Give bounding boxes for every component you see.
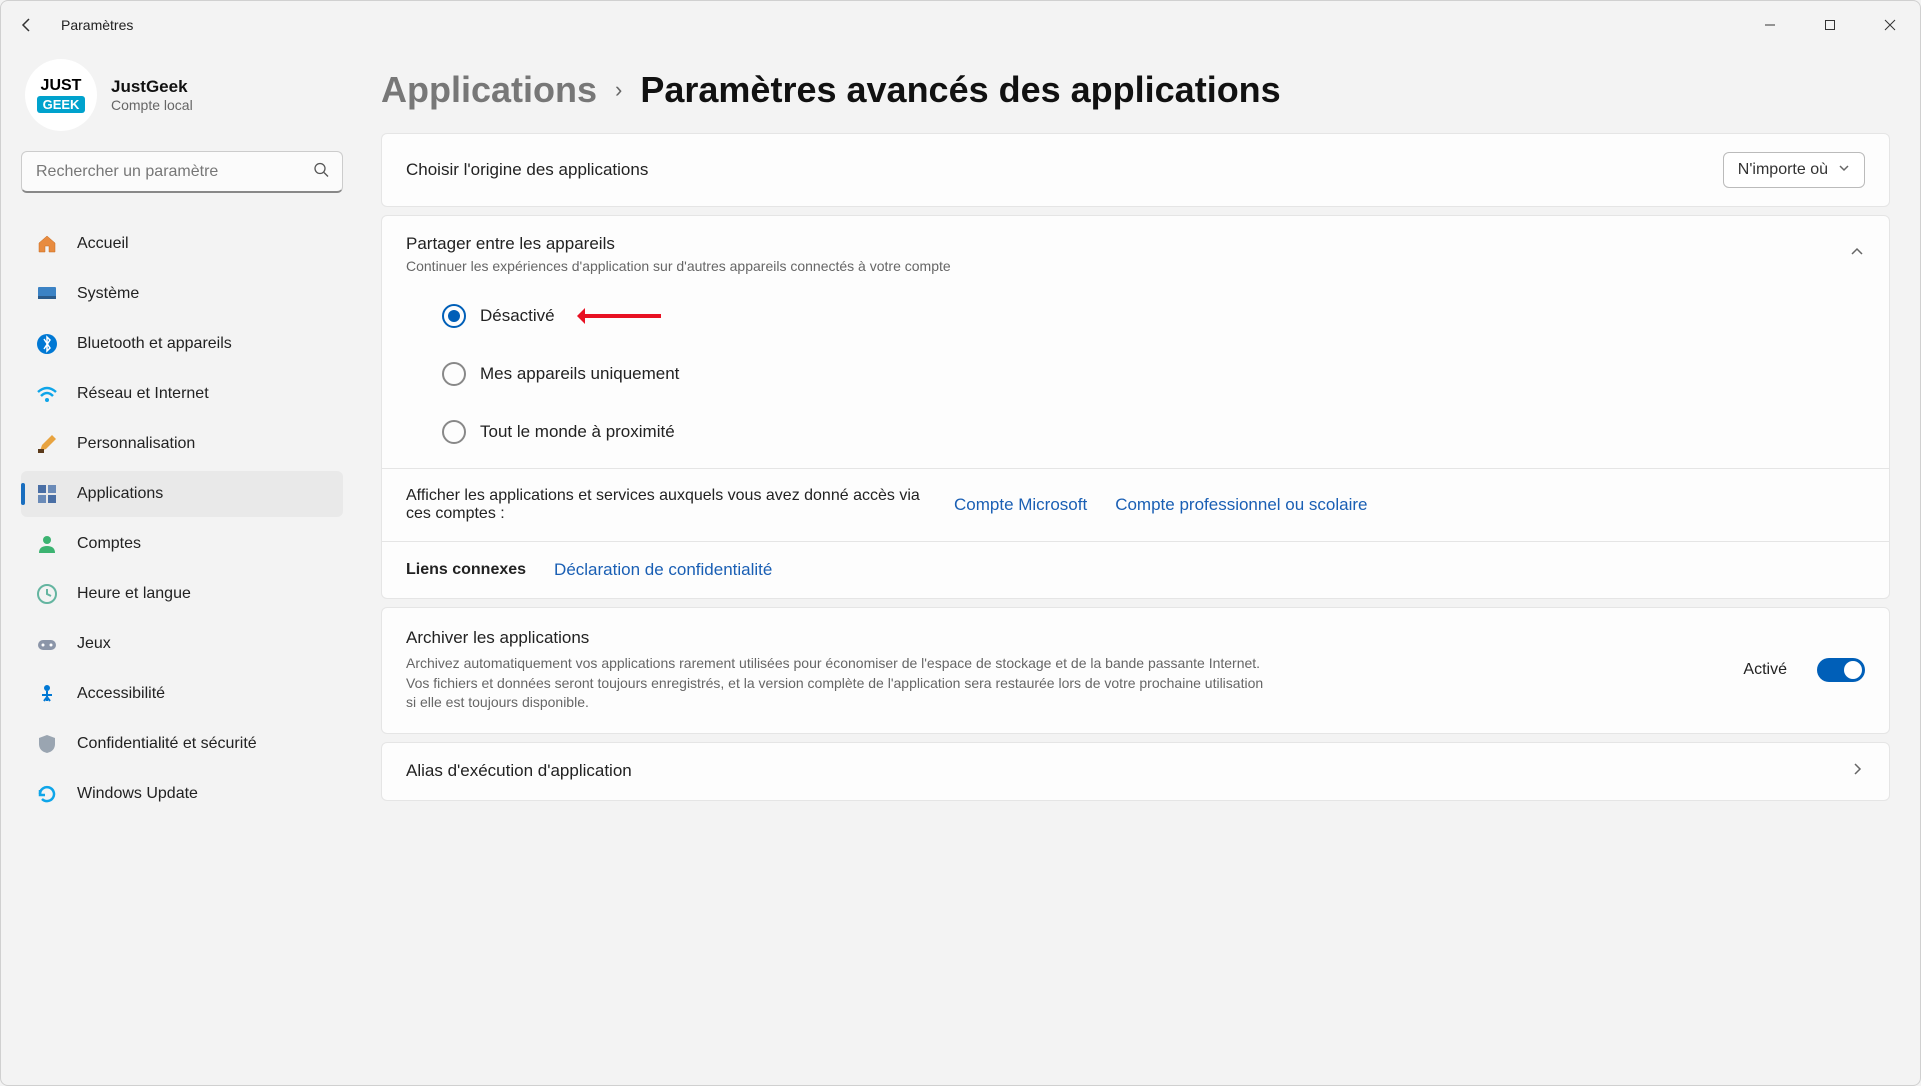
expand-alias-button[interactable] [1849,761,1865,782]
sidebar-item-label: Accessibilité [77,685,165,703]
radio-label: Tout le monde à proximité [480,422,675,442]
sidebar-item-label: Bluetooth et appareils [77,335,232,353]
sidebar-item-brush[interactable]: Personnalisation [21,421,343,467]
close-button[interactable] [1860,5,1920,45]
access-icon [35,682,59,706]
related-title: Liens connexes [406,561,526,579]
shield-icon [35,732,59,756]
minimize-button[interactable] [1740,5,1800,45]
games-icon [35,632,59,656]
archive-state: Activé [1743,661,1787,679]
sidebar-item-access[interactable]: Accessibilité [21,671,343,717]
sidebar-item-shield[interactable]: Confidentialité et sécurité [21,721,343,767]
bluetooth-icon [35,332,59,356]
page-title: Paramètres avancés des applications [640,69,1280,111]
collapse-button[interactable] [1849,244,1865,265]
share-title: Partager entre les appareils [406,234,951,254]
sidebar-item-update[interactable]: Windows Update [21,771,343,817]
chevron-down-icon [1838,161,1850,179]
back-button[interactable] [17,15,37,35]
share-subtitle: Continuer les expériences d'application … [406,258,951,274]
link-microsoft-account[interactable]: Compte Microsoft [954,495,1087,515]
radio-icon [442,420,466,444]
user-account: Compte local [111,97,193,113]
search-input[interactable] [21,151,343,193]
breadcrumb: Applications › Paramètres avancés des ap… [381,69,1890,111]
archive-toggle[interactable] [1817,658,1865,682]
brush-icon [35,432,59,456]
sidebar-item-person[interactable]: Comptes [21,521,343,567]
radio-label: Mes appareils uniquement [480,364,679,384]
sidebar-item-label: Personnalisation [77,435,195,453]
breadcrumb-parent[interactable]: Applications [381,69,597,111]
search-icon[interactable] [313,162,329,183]
arrow-annotation [581,314,661,318]
window-title: Paramètres [61,17,133,33]
sidebar-item-system[interactable]: Système [21,271,343,317]
sidebar-item-home[interactable]: Accueil [21,221,343,267]
source-title: Choisir l'origine des applications [406,160,648,180]
system-icon [35,282,59,306]
sidebar-item-label: Comptes [77,535,141,553]
sidebar-item-games[interactable]: Jeux [21,621,343,667]
home-icon [35,232,59,256]
radio-option-1[interactable]: Mes appareils uniquement [442,362,1889,386]
sidebar-item-wifi[interactable]: Réseau et Internet [21,371,343,417]
update-icon [35,782,59,806]
source-dropdown[interactable]: N'importe où [1723,152,1865,188]
avatar: JUST GEEK [25,59,97,131]
maximize-button[interactable] [1800,5,1860,45]
access-label: Afficher les applications et services au… [406,487,926,523]
sidebar-item-clock[interactable]: Heure et langue [21,571,343,617]
sidebar-item-label: Confidentialité et sécurité [77,735,257,753]
person-icon [35,532,59,556]
radio-icon [442,304,466,328]
archive-desc: Archivez automatiquement vos application… [406,654,1276,713]
breadcrumb-separator: › [615,77,622,103]
apps-icon [35,482,59,506]
sidebar-item-apps[interactable]: Applications [21,471,343,517]
sidebar-item-label: Windows Update [77,785,198,803]
sidebar-item-label: Réseau et Internet [77,385,209,403]
wifi-icon [35,382,59,406]
sidebar-item-label: Accueil [77,235,129,253]
clock-icon [35,582,59,606]
radio-option-2[interactable]: Tout le monde à proximité [442,420,1889,444]
sidebar-item-label: Applications [77,485,163,503]
archive-title: Archiver les applications [406,628,1276,648]
sidebar-item-bluetooth[interactable]: Bluetooth et appareils [21,321,343,367]
user-name: JustGeek [111,77,193,97]
link-privacy[interactable]: Déclaration de confidentialité [554,560,772,580]
link-work-account[interactable]: Compte professionnel ou scolaire [1115,495,1367,515]
radio-option-0[interactable]: Désactivé [442,304,1889,328]
sidebar-item-label: Heure et langue [77,585,191,603]
radio-label: Désactivé [480,306,555,326]
sidebar-item-label: Système [77,285,139,303]
sidebar-item-label: Jeux [77,635,111,653]
profile-area[interactable]: JUST GEEK JustGeek Compte local [21,59,361,131]
alias-title: Alias d'exécution d'application [406,761,632,781]
radio-icon [442,362,466,386]
